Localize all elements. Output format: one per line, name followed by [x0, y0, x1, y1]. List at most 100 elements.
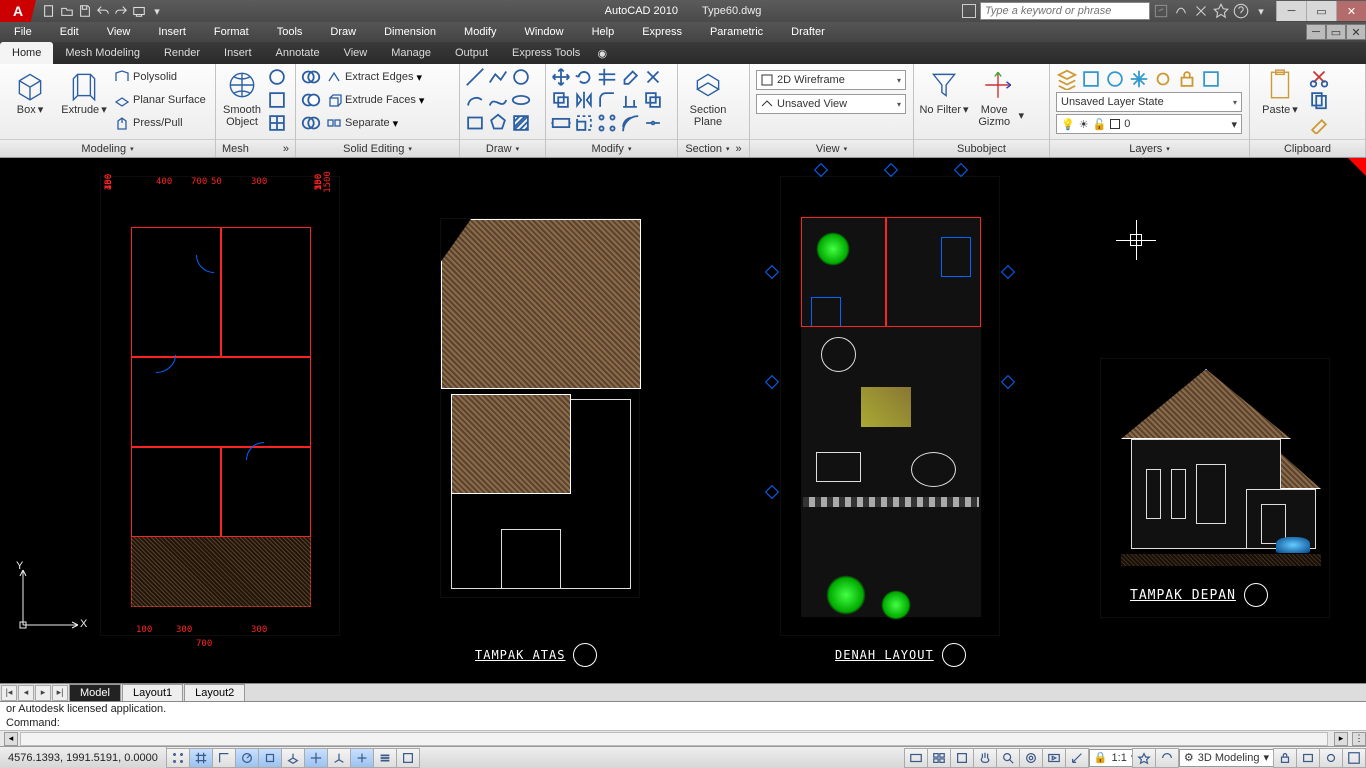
quickview-drawings-icon[interactable]: [950, 748, 974, 768]
mesh-refine-icon[interactable]: [266, 112, 288, 134]
hardware-accel-icon[interactable]: [1296, 748, 1320, 768]
command-window[interactable]: or Autodesk licensed application. Comman…: [0, 701, 1366, 730]
menu-draw[interactable]: Draw: [316, 22, 370, 42]
trim-icon[interactable]: [596, 66, 618, 88]
command-scrollbar[interactable]: ◂ ▸ ⋮: [0, 730, 1366, 746]
array-icon[interactable]: [596, 112, 618, 134]
menu-help[interactable]: Help: [578, 22, 629, 42]
line-icon[interactable]: [464, 66, 486, 88]
scale-icon[interactable]: [573, 112, 595, 134]
box-button[interactable]: Box ▾: [4, 66, 56, 116]
showmotion-icon[interactable]: [1042, 748, 1066, 768]
layout-nav-next[interactable]: ▸: [35, 685, 51, 701]
qp-toggle[interactable]: [396, 748, 420, 768]
section-plane-button[interactable]: Section Plane: [682, 66, 734, 128]
ortho-toggle[interactable]: [212, 748, 236, 768]
workspace-combo[interactable]: ⚙ 3D Modeling ▾: [1179, 749, 1274, 767]
model-space-viewport[interactable]: 700 400 300 50 350 100 400 100 750 1500 …: [0, 158, 1366, 683]
explode-icon[interactable]: [642, 66, 664, 88]
mesh-less-smooth-icon[interactable]: [266, 89, 288, 111]
layer-off-icon[interactable]: [1152, 68, 1174, 90]
qat-plot-icon[interactable]: [130, 2, 148, 20]
help-icon[interactable]: [1232, 2, 1250, 20]
circle-icon[interactable]: [510, 66, 532, 88]
tab-home[interactable]: Home: [0, 42, 53, 64]
cut-icon[interactable]: [1308, 66, 1330, 88]
tab-express-tools[interactable]: Express Tools: [500, 42, 592, 64]
rotate-icon[interactable]: [573, 66, 595, 88]
exchange-icon[interactable]: [1192, 2, 1210, 20]
hatch-icon[interactable]: [510, 112, 532, 134]
offset-3d-icon[interactable]: [642, 89, 664, 111]
copy-icon[interactable]: [550, 89, 572, 111]
tab-layout2[interactable]: Layout2: [184, 684, 245, 701]
scroll-left-icon[interactable]: ◂: [4, 732, 18, 746]
tab-annotate[interactable]: Annotate: [264, 42, 332, 64]
tab-insert[interactable]: Insert: [212, 42, 264, 64]
ellipse-icon[interactable]: [510, 89, 532, 111]
modelspace-toggle[interactable]: [904, 748, 928, 768]
annovis-icon[interactable]: [1132, 748, 1156, 768]
tab-render[interactable]: Render: [152, 42, 212, 64]
qat-new-icon[interactable]: [40, 2, 58, 20]
tab-output[interactable]: Output: [443, 42, 500, 64]
doc-restore-button[interactable]: ▭: [1326, 24, 1346, 40]
mirror-icon[interactable]: [573, 89, 595, 111]
doc-close-button[interactable]: ✕: [1346, 24, 1366, 40]
paste-button[interactable]: Paste ▾: [1254, 66, 1306, 116]
layer-prop-icon[interactable]: [1056, 68, 1078, 90]
window-close-button[interactable]: ✕: [1336, 1, 1366, 21]
layer-match-icon[interactable]: [1200, 68, 1222, 90]
tab-view[interactable]: View: [332, 42, 380, 64]
presspull-button[interactable]: Press/Pull: [112, 112, 208, 134]
menu-drafter[interactable]: Drafter: [777, 22, 839, 42]
app-menu-button[interactable]: A: [0, 0, 36, 22]
qat-save-icon[interactable]: [76, 2, 94, 20]
layer-freeze-icon[interactable]: [1128, 68, 1150, 90]
visual-style-combo[interactable]: 2D Wireframe▾: [756, 70, 906, 90]
qat-open-icon[interactable]: [58, 2, 76, 20]
window-restore-button[interactable]: ▭: [1306, 1, 1336, 21]
tab-layout1[interactable]: Layout1: [122, 684, 183, 701]
pan-icon[interactable]: [973, 748, 997, 768]
otrack-toggle[interactable]: [304, 748, 328, 768]
union-icon[interactable]: [300, 66, 322, 88]
menu-window[interactable]: Window: [510, 22, 577, 42]
menu-insert[interactable]: Insert: [144, 22, 200, 42]
osnap3d-toggle[interactable]: [281, 748, 305, 768]
rectangle-icon[interactable]: [464, 112, 486, 134]
annoscale-icon[interactable]: [1065, 748, 1089, 768]
dyn-toggle[interactable]: [350, 748, 374, 768]
erase-icon[interactable]: [619, 66, 641, 88]
menu-dimension[interactable]: Dimension: [370, 22, 450, 42]
grid-toggle[interactable]: [189, 748, 213, 768]
fillet-icon[interactable]: [596, 89, 618, 111]
spline-icon[interactable]: [487, 89, 509, 111]
qat-dropdown-icon[interactable]: ▾: [148, 2, 166, 20]
layout-nav-first[interactable]: |◂: [1, 685, 17, 701]
subscription-icon[interactable]: [1172, 2, 1190, 20]
favorites-icon[interactable]: [1212, 2, 1230, 20]
smooth-object-button[interactable]: Smooth Object: [220, 66, 264, 128]
zoom-icon[interactable]: [996, 748, 1020, 768]
tab-manage[interactable]: Manage: [379, 42, 443, 64]
command-prompt[interactable]: Command:: [0, 716, 1366, 730]
layout-nav-prev[interactable]: ◂: [18, 685, 34, 701]
search-input[interactable]: [980, 2, 1150, 20]
menu-express[interactable]: Express: [628, 22, 696, 42]
menu-tools[interactable]: Tools: [263, 22, 317, 42]
join-icon[interactable]: [642, 112, 664, 134]
mesh-more-smooth-icon[interactable]: [266, 66, 288, 88]
align-icon[interactable]: [619, 89, 641, 111]
polysolid-button[interactable]: Polysolid: [112, 66, 208, 88]
match-prop-icon[interactable]: [1308, 112, 1330, 134]
annotation-scale-combo[interactable]: 🔒 1:1 ▾: [1089, 749, 1133, 767]
layer-iso-icon[interactable]: [1104, 68, 1126, 90]
planar-surface-button[interactable]: Planar Surface: [112, 89, 208, 111]
command-grip-icon[interactable]: ⋮: [1352, 732, 1366, 746]
search-button-icon[interactable]: [1152, 2, 1170, 20]
polygon-icon[interactable]: [487, 112, 509, 134]
isolate-objects-icon[interactable]: [1319, 748, 1343, 768]
qat-redo-icon[interactable]: [112, 2, 130, 20]
lwt-toggle[interactable]: [373, 748, 397, 768]
